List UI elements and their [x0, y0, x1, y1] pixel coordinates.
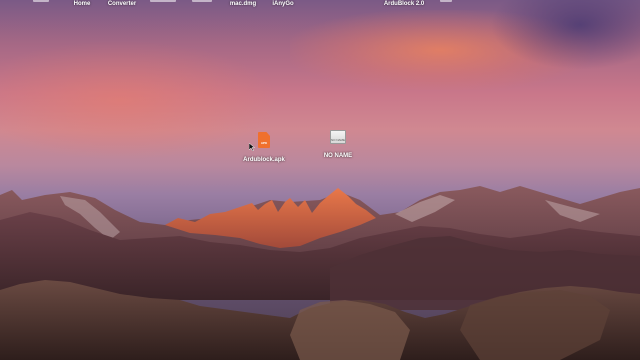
- desktop-icon-ianygo-label[interactable]: iAnyGo: [272, 1, 293, 7]
- desktop-icon-mac-dmg-label[interactable]: mac.dmg: [230, 1, 256, 7]
- desktop-icon-converter-label[interactable]: Converter: [108, 1, 136, 7]
- drive-icon-text: NO NAME: [331, 138, 346, 142]
- apk-file-icon[interactable]: APK: [258, 132, 270, 148]
- desktop: Home Converter mac.dmg iAnyGo ArduBlock …: [0, 0, 640, 360]
- desktop-icon-stub[interactable]: [440, 0, 452, 2]
- apk-icon-text: APK: [260, 141, 268, 145]
- desktop-icon-ardublock-apk[interactable]: APK Ardublock.apk: [234, 132, 294, 166]
- mountain-wallpaper: [0, 186, 640, 360]
- desktop-icon-stub[interactable]: [150, 0, 176, 2]
- desktop-icon-ardublock2-label[interactable]: ArduBlock 2.0: [384, 1, 424, 7]
- mouse-cursor-icon: [249, 143, 255, 151]
- desktop-icon-no-name[interactable]: NO NAME NO NAME: [308, 128, 368, 162]
- desktop-icon-label: Ardublock.apk: [243, 157, 285, 163]
- external-drive-icon[interactable]: NO NAME: [330, 130, 346, 144]
- desktop-icon-stub[interactable]: [33, 0, 49, 2]
- desktop-icon-home-label[interactable]: Home: [74, 1, 91, 7]
- desktop-icon-stub[interactable]: [192, 0, 212, 2]
- desktop-icon-label: NO NAME: [323, 153, 353, 159]
